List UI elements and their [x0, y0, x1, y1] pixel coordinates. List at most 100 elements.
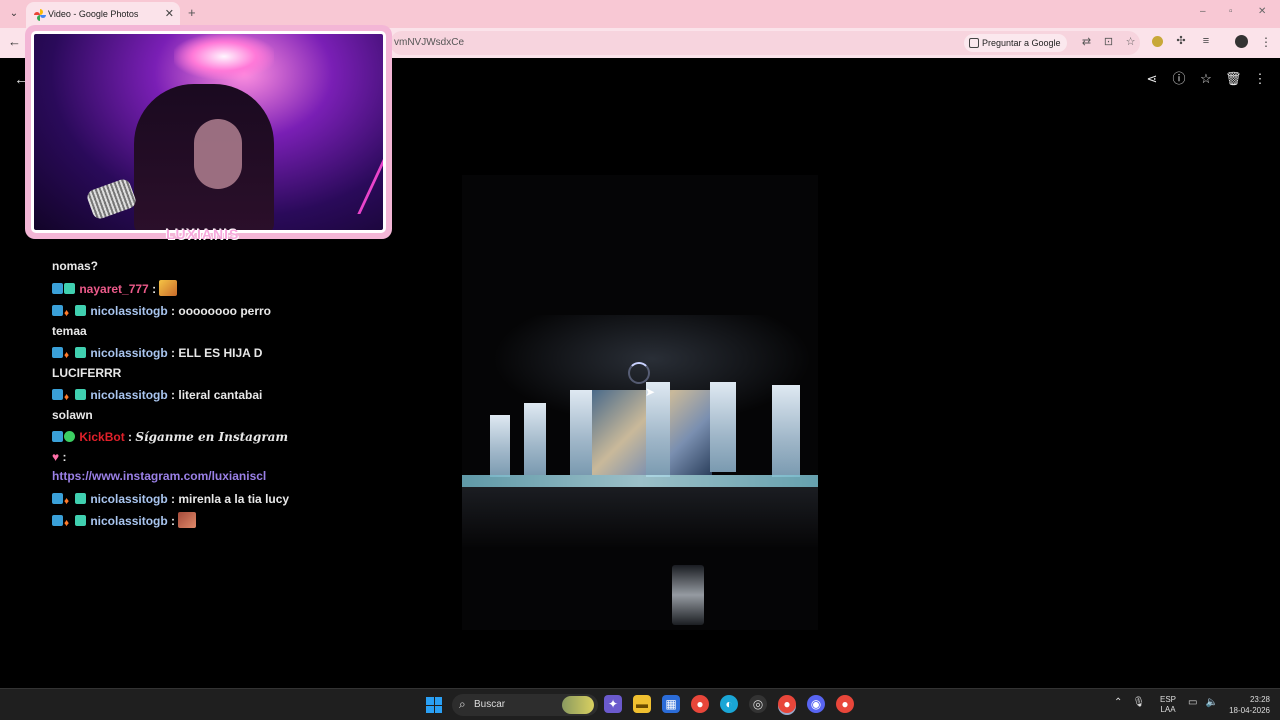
taskbar-search[interactable]: ⌕ Buscar: [452, 694, 598, 716]
steam-app-icon[interactable]: ◎: [749, 695, 767, 713]
subscriber-badge-icon: [75, 389, 86, 400]
chat-message: ♦ nicolassitogb : ELL ES HIJA D LUCIFERR…: [52, 344, 297, 383]
network-icon[interactable]: ▭: [1188, 697, 1197, 708]
streamer-logo: LUXIANIS: [166, 226, 240, 242]
chat-username[interactable]: nicolassitogb: [90, 388, 167, 402]
lang-bottom: LAA: [1160, 705, 1176, 714]
chat-username[interactable]: nicolassitogb: [90, 492, 167, 506]
chat-message: ♦ nicolassitogb : mirenla a la tia lucy: [52, 490, 297, 510]
search-highlight-image: [562, 696, 594, 714]
extensions-puzzle-icon[interactable]: ✣: [1174, 34, 1188, 48]
profile-avatar[interactable]: [1235, 35, 1248, 48]
back-arrow-icon[interactable]: ←: [8, 34, 21, 49]
chat-separator: :: [148, 281, 160, 296]
chat-message: nayaret_777 :: [52, 279, 297, 300]
vip-badge-icon: [52, 515, 63, 526]
volume-icon[interactable]: 🔈: [1205, 697, 1217, 708]
chat-username[interactable]: KickBot: [79, 430, 124, 444]
lang-top: ESP: [1160, 695, 1177, 704]
ask-google-label: Preguntar a Google: [982, 38, 1061, 48]
input-language[interactable]: ESP LAA: [1160, 695, 1176, 715]
webcam-overlay: [25, 25, 392, 239]
message-text: mirenla a la tia lucy: [178, 491, 290, 506]
discord-app-icon[interactable]: ◉: [807, 695, 825, 713]
subscriber-badge-icon: [75, 347, 86, 358]
chat-separator: :: [167, 304, 179, 318]
vip-badge-icon: [52, 389, 63, 400]
tab-close-icon[interactable]: ✕: [165, 7, 174, 20]
streamer-face: [194, 119, 242, 189]
tray-chevron-icon[interactable]: ⌃: [1114, 697, 1122, 708]
copilot-app-icon[interactable]: ✦: [604, 695, 622, 713]
microphone-icon[interactable]: 🎙: [1132, 697, 1145, 708]
system-clock[interactable]: 23:28 18-04-2026: [1226, 694, 1270, 716]
chat-message: KickBot : Síganme en Instagram ♥ : https…: [52, 428, 297, 487]
fire-badge-icon: ♦: [64, 518, 70, 529]
lens-icon: [969, 38, 979, 48]
party-emote-icon: [159, 279, 178, 296]
chat-username[interactable]: nicolassitogb: [90, 304, 167, 318]
browser-menu-icon[interactable]: ⋮: [1260, 35, 1272, 49]
webcam-feed: [31, 31, 386, 233]
address-bar[interactable]: vmNVJWsdxCe Preguntar a Google ⇄ ⊡ ☆: [390, 31, 1140, 55]
minimize-icon[interactable]: –: [1200, 6, 1206, 17]
ask-google-button[interactable]: Preguntar a Google: [964, 34, 1067, 52]
file-explorer-icon[interactable]: ▬: [633, 695, 651, 713]
search-icon: ⌕: [459, 697, 466, 711]
info-icon[interactable]: ⓘ: [1171, 71, 1187, 87]
clock-time: 23:28: [1249, 695, 1270, 704]
close-window-icon[interactable]: ✕: [1258, 6, 1266, 17]
stage-screen: [490, 415, 510, 477]
chat-username[interactable]: nayaret_777: [79, 282, 148, 296]
message-text: nomas?: [52, 259, 99, 273]
chat-message: ♦ nicolassitogb :: [52, 512, 297, 532]
stage-screen: [772, 385, 800, 477]
chat-log: nomas? nayaret_777 : ♦ nicolassitogb : o…: [52, 257, 297, 535]
favorite-star-icon[interactable]: ☆: [1198, 71, 1214, 87]
translate-icon[interactable]: ⇄: [1080, 36, 1093, 49]
vip-badge-icon: [52, 305, 63, 316]
chrome-app-icon[interactable]: ●: [691, 695, 709, 713]
chat-username[interactable]: nicolassitogb: [90, 514, 167, 528]
bookmark-star-icon[interactable]: ☆: [1124, 36, 1137, 49]
stage-screen: [570, 390, 594, 475]
vip-badge-icon: [52, 347, 63, 358]
microsoft-store-icon[interactable]: ▦: [662, 695, 680, 713]
fire-badge-icon: ♦: [64, 392, 70, 403]
stage-screen: [710, 382, 736, 472]
mouse-cursor-icon: ➤: [645, 385, 656, 399]
fire-badge-icon: ♦: [64, 350, 70, 361]
media-controls-icon[interactable]: ≡: [1199, 34, 1213, 48]
edge-app-icon[interactable]: ◐: [720, 695, 738, 713]
tab-strip: ⌄ Video - Google Photos ✕ + – ▫ ✕: [0, 0, 1280, 28]
url-text[interactable]: vmNVJWsdxCe: [394, 37, 464, 48]
google-photos-icon: [34, 9, 46, 21]
chrome-active-icon[interactable]: ●: [778, 695, 796, 713]
video-player[interactable]: [462, 175, 818, 630]
install-app-icon[interactable]: ⊡: [1102, 36, 1115, 49]
message-text: Síganme en Instagram: [135, 430, 289, 444]
maximize-icon[interactable]: ▫: [1229, 6, 1233, 17]
face-emote-icon: [178, 512, 197, 528]
more-options-icon[interactable]: ⋮: [1252, 71, 1268, 87]
message-colon: :: [62, 449, 67, 464]
tab-search-chevron-icon[interactable]: ⌄: [6, 6, 22, 22]
microphone: [85, 177, 138, 221]
chrome-profile-icon[interactable]: ●: [836, 695, 854, 713]
delete-icon[interactable]: 🗑: [1225, 71, 1242, 87]
vip-badge-icon: [52, 492, 63, 504]
new-tab-icon[interactable]: +: [188, 5, 196, 20]
subscriber-badge-icon: [75, 305, 86, 316]
clock-date: 18-04-2026: [1229, 706, 1270, 715]
share-icon[interactable]: ⋖: [1144, 71, 1160, 87]
vip-badge-icon: [52, 431, 63, 442]
chat-separator: :: [124, 430, 136, 444]
windows-start-icon[interactable]: [426, 697, 442, 713]
chat-username[interactable]: nicolassitogb: [90, 346, 167, 360]
chat-separator: :: [167, 388, 179, 402]
tab-title: Video - Google Photos: [48, 9, 139, 19]
extension-coin-icon[interactable]: [1152, 36, 1163, 47]
loading-spinner-icon: [628, 362, 650, 384]
chat-message: ♦ nicolassitogb : literal cantabai solaw…: [52, 386, 297, 425]
instagram-link[interactable]: https://www.instagram.com/luxianiscl: [52, 469, 266, 483]
